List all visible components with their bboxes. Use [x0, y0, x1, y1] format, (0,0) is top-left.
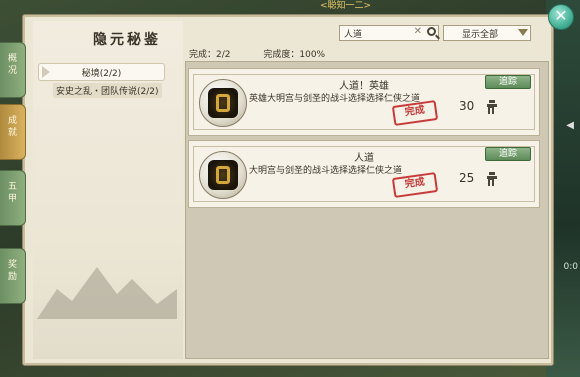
achievement-window: 隐元秘鉴 秘境(2/2) 安史之乱・团队传说(2/2) 人道 ✕ 显示全部 完成… — [22, 14, 554, 366]
search-value: 人道 — [344, 30, 363, 40]
achievement-points: 25 — [459, 171, 475, 185]
track-button[interactable]: 追踪 — [485, 75, 531, 89]
close-button[interactable]: ✕ — [548, 4, 574, 30]
chevron-down-icon — [518, 29, 528, 36]
search-icon[interactable] — [427, 27, 436, 36]
achievement-points: 30 — [459, 99, 475, 113]
filter-label: 显示全部 — [462, 30, 499, 40]
achievement-card[interactable]: 人道！英雄 英雄大明宫与剑圣的战斗选择选择仁侠之道 完成 30 追踪 — [188, 68, 540, 136]
figure-icon — [487, 172, 497, 186]
tab-overview[interactable]: 概 况 — [0, 42, 26, 98]
achievement-badge-icon — [199, 151, 247, 199]
tree-subitem[interactable]: 安史之乱・团队传说(2/2) — [53, 83, 162, 98]
achievement-description: 英雄大明宫与剑圣的战斗选择选择仁侠之道 — [249, 94, 421, 104]
track-button[interactable]: 追踪 — [485, 147, 531, 161]
badge-emblem-icon — [208, 88, 238, 118]
figure-icon — [487, 100, 497, 114]
badge-emblem-icon — [208, 160, 238, 190]
tab-achievements[interactable]: 成 就 — [0, 104, 26, 160]
achievement-badge-icon — [199, 79, 247, 127]
tree-item-label: 秘境(2/2) — [81, 69, 122, 79]
search-input[interactable]: 人道 ✕ — [339, 25, 439, 41]
main-panel: 人道 ✕ 显示全部 完成：2/2 完成度：100% 人道！英雄 英雄大明宫与剑圣… — [185, 21, 549, 359]
achievement-description: 大明宫与剑圣的战斗选择选择仁侠之道 — [249, 166, 403, 176]
achievement-list: 人道！英雄 英雄大明宫与剑圣的战斗选择选择仁侠之道 完成 30 追踪 人道 大明… — [185, 61, 549, 359]
achievement-title: 人道 — [354, 153, 374, 164]
completion-stats: 完成：2/2 完成度：100% — [189, 47, 355, 60]
tree-item-secret-realm[interactable]: 秘境(2/2) — [38, 63, 165, 81]
tab-five-armor[interactable]: 五 甲 — [0, 170, 26, 226]
collapse-arrow-icon[interactable]: ◀ — [566, 120, 574, 131]
clear-search-icon[interactable]: ✕ — [414, 26, 422, 37]
window-title: 隐元秘鉴 — [93, 32, 161, 48]
top-hint-text: <聪知一二> — [320, 1, 372, 11]
right-edge-label: 0:0 — [563, 262, 578, 272]
completion-percent: 完成度：100% — [263, 50, 326, 60]
tab-rewards[interactable]: 奖 励 — [0, 248, 26, 304]
left-panel: 隐元秘鉴 秘境(2/2) 安史之乱・团队传说(2/2) — [33, 21, 183, 359]
completed-count: 完成：2/2 — [189, 50, 231, 60]
mountain-decoration — [37, 267, 177, 319]
achievement-card[interactable]: 人道 大明宫与剑圣的战斗选择选择仁侠之道 完成 25 追踪 — [188, 140, 540, 208]
filter-dropdown[interactable]: 显示全部 — [443, 25, 531, 41]
achievement-title: 人道！英雄 — [339, 81, 389, 92]
